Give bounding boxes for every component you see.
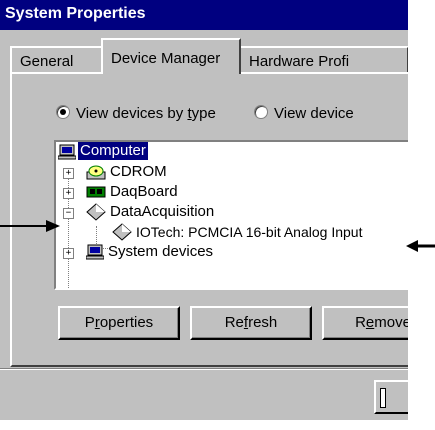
radio-view-by-connection[interactable]: View device xyxy=(254,105,354,122)
board-icon xyxy=(86,186,106,198)
tree-item-label: DataAcquisition xyxy=(110,203,215,220)
tree-item-label: System devices xyxy=(108,243,214,260)
radio-view-by-connection-label: View device xyxy=(274,105,354,122)
collapse-icon[interactable]: − xyxy=(63,208,74,219)
annotation-arrow-left xyxy=(406,240,435,252)
radio-view-by-type[interactable]: View devices by type xyxy=(56,105,216,122)
tab-hardware-profiles[interactable]: Hardware Profi xyxy=(239,46,408,74)
expand-icon[interactable]: + xyxy=(63,168,74,179)
annotation-arrow-right xyxy=(0,220,60,232)
tree-item-label: Computer xyxy=(78,142,148,160)
ok-button-focus xyxy=(380,388,386,408)
tree-item-label: IOTech: PCMCIA 16-bit Analog Input xyxy=(136,224,363,240)
computer-icon xyxy=(86,244,104,260)
cdrom-icon xyxy=(86,165,106,180)
title-bar[interactable]: System Properties xyxy=(0,0,408,30)
tab-hardware-label: Hardware Profi xyxy=(249,53,350,70)
radio-selected-icon xyxy=(56,105,70,119)
tab-general[interactable]: General xyxy=(10,46,103,74)
separator xyxy=(0,368,408,370)
tab-device-manager[interactable]: Device Manager xyxy=(101,38,241,74)
expand-icon[interactable]: + xyxy=(63,188,74,199)
tree-item-label: DaqBoard xyxy=(110,183,178,200)
diamond-icon xyxy=(112,223,132,241)
system-properties-window: System Properties General Hardware Profi… xyxy=(0,0,408,420)
device-tree[interactable]: Computer + CDROM + DaqBoard − DataAcquis… xyxy=(54,140,408,290)
tab-general-label: General xyxy=(20,53,74,70)
window-title: System Properties xyxy=(5,5,146,22)
remove-button[interactable]: Remove xyxy=(322,306,408,340)
radio-view-by-type-label: View devices by type xyxy=(76,105,216,122)
diamond-icon xyxy=(86,203,106,221)
refresh-button[interactable]: Refresh xyxy=(190,306,312,340)
tree-line xyxy=(68,168,69,288)
tab-device-label: Device Manager xyxy=(111,50,221,67)
expand-icon[interactable]: + xyxy=(63,248,74,259)
ok-button[interactable] xyxy=(374,380,408,414)
tree-item-label: CDROM xyxy=(110,163,167,180)
radio-unselected-icon xyxy=(254,105,268,119)
properties-button[interactable]: Properties xyxy=(58,306,180,340)
computer-icon xyxy=(58,144,76,160)
